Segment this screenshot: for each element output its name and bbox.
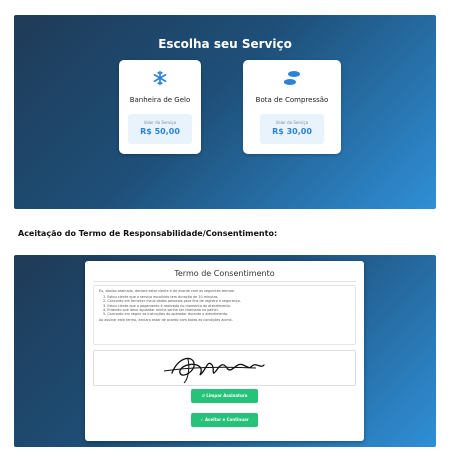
service-card-compression-boot[interactable]: Bota de Compressão Valor do Serviço R$ 3… (243, 60, 341, 154)
consent-modal: Termo de Consentimento Eu, abaixo assina… (85, 261, 364, 441)
accept-continue-label: Aceitar e Continuar (204, 417, 249, 422)
service-name: Banheira de Gelo (129, 96, 191, 104)
section-heading: Aceitação do Termo de Responsabilidade/C… (18, 229, 278, 238)
terms-box: Eu, abaixo assinado, declaro estar cient… (93, 285, 356, 345)
service-name: Bota de Compressão (255, 96, 329, 104)
clear-signature-label: Limpar Assinatura (206, 393, 248, 398)
consent-title: Termo de Consentimento (174, 269, 275, 278)
clear-signature-button[interactable]: ↺ Limpar Assinatura (191, 389, 258, 403)
accept-continue-button[interactable]: ✓ Aceitar e Continuar (191, 413, 258, 427)
price-value: R$ 30,00 (272, 127, 312, 136)
service-card-ice-bath[interactable]: Banheira de Gelo Valor do Serviço R$ 50,… (119, 60, 201, 154)
price-label: Valor do Serviço (143, 120, 177, 125)
footprints-icon (243, 70, 341, 86)
price-box: Valor do Serviço R$ 30,00 (260, 114, 324, 144)
price-box: Valor do Serviço R$ 50,00 (128, 114, 192, 144)
terms-closing: Ao assinar este termo, declaro estar de … (99, 318, 233, 323)
divider (93, 281, 356, 282)
signature-drawing (163, 357, 265, 384)
signature-pad[interactable] (93, 350, 356, 386)
service-selection-screen: Escolha seu Serviço Banheira de Gelo Val… (14, 15, 436, 209)
page-title: Escolha seu Serviço (158, 37, 292, 51)
snowflake-icon (119, 70, 201, 86)
price-label: Valor do Serviço (275, 120, 309, 125)
consent-screen: Termo de Consentimento Eu, abaixo assina… (14, 255, 436, 447)
price-value: R$ 50,00 (140, 127, 180, 136)
